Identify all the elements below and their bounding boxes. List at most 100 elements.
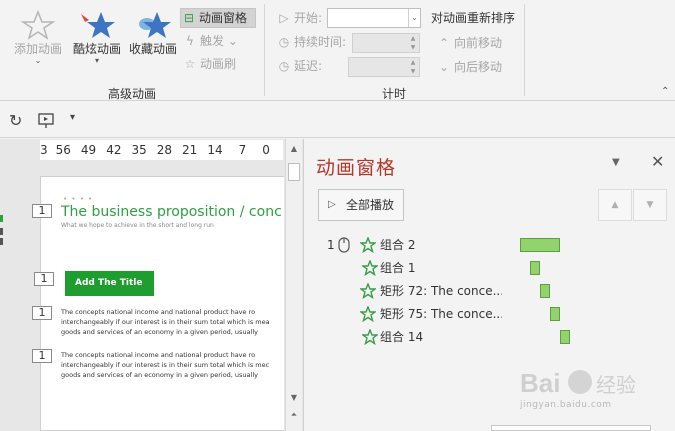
move-later-button[interactable]: ⌄ 向后移动 [436,58,502,78]
duration-label: 持续时间: [294,35,347,49]
timeline-bar[interactable] [550,307,560,321]
svg-text:经验: 经验 [596,373,636,397]
add-animation-button[interactable]: 添加动画 ⌄ [6,10,70,66]
entrance-effect-star-icon [362,329,378,345]
slide-paragraph[interactable]: The concepts national income and nationa… [61,350,269,380]
slide-paragraph[interactable]: The concepts national income and nationa… [61,307,270,337]
lightning-icon: ϟ [186,34,194,48]
move-earlier-button[interactable]: ⌃ 向前移动 [436,34,502,54]
side-marker [0,238,3,245]
animation-list-item[interactable]: 组合 1 [324,257,664,279]
spinner-arrows-icon: ▲ ▼ [410,59,416,75]
play-all-label: 全部播放 [346,198,395,212]
paragraph-line: The concepts national income and nationa… [61,351,256,359]
pane-title: 动画窗格 [316,157,397,179]
paragraph-line: goods and services of an economy in a gi… [61,328,258,336]
scroll-up-icon[interactable]: ▲ [286,141,302,157]
slide-dots: • • • • [63,195,94,203]
add-animation-label: 添加动画 [13,42,62,56]
animation-painter-label: 动画刷 [200,57,237,71]
chevron-up-icon: ⌃ [438,36,450,50]
animation-order-marker[interactable]: 1 [32,204,52,218]
animation-pane-label: 动画窗格 [199,11,248,25]
animation-list-item[interactable]: 矩形 75: The conce... [324,303,664,325]
slide-canvas[interactable]: • • • • The business proposition / conc … [40,176,284,431]
clock-icon: ◷ [278,35,290,49]
duration-spinner[interactable]: ▲ ▼ [352,33,420,53]
play-all-button[interactable]: ▷ 全部播放 [318,189,404,221]
timeline-bar[interactable] [560,330,570,344]
animation-order-marker[interactable]: 1 [32,306,52,320]
ribbon: 添加动画 ⌄ 酷炫动画 ▾ 收藏动画 ⊟ 动画窗格 ϟ 触发 ⌄ ☆ 动画刷 高… [0,0,675,101]
slide-subtitle[interactable]: What we hope to achieve in the short and… [61,222,214,229]
animation-order-marker[interactable]: 1 [34,272,54,286]
move-down-button[interactable]: ▼ [633,189,667,221]
advanced-animation-group-label: 高级动画 [108,87,157,101]
move-later-label: 向后移动 [454,60,503,74]
page-up-icon[interactable]: ⏶ [286,407,302,423]
ruler-tick: 7 [238,143,247,157]
star-brush-icon: ☆ [184,57,196,71]
ruler-tick: 14 [207,143,223,157]
animation-name: 矩形 75: The conce... [380,307,502,321]
chevron-down-icon: ▾ [94,56,99,65]
ruler-tick: 3 [40,143,48,157]
animation-order-marker[interactable]: 1 [32,349,52,363]
quick-access-toolbar: ↻ ▾ [0,102,675,138]
chevron-down-icon: ⌄ [408,9,420,27]
animation-pane-icon: ⊟ [183,11,195,25]
timing-group-label: 计时 [382,87,407,101]
delay-label: 延迟: [294,59,323,73]
animation-pane-button[interactable]: ⊟ 动画窗格 [180,8,256,28]
scrollbar-thumb[interactable] [288,163,300,181]
svg-text:Bai: Bai [520,368,560,398]
customize-toolbar-icon[interactable]: ▾ [70,112,75,123]
delay-label-row: ◷ 延迟: [276,57,322,77]
entrance-effect-star-icon [362,260,378,276]
mouse-click-icon [338,237,350,253]
entrance-effect-star-icon [360,306,376,322]
spinner-arrows-icon: ▲ ▼ [410,35,416,51]
start-dropdown[interactable]: ⌄ [327,8,421,28]
horizontal-ruler: 3 56 49 42 35 28 21 14 7 0 [40,140,283,160]
scroll-down-icon[interactable]: ▼ [286,390,302,406]
delay-spinner[interactable]: ▲ ▼ [348,57,420,77]
play-icon: ▷ [328,199,336,210]
trigger-label: 触发 [200,34,225,48]
redo-icon[interactable]: ↻ [9,111,22,130]
cool-animation-label: 酷炫动画 [72,42,121,56]
animation-index: 1 [327,238,335,252]
move-up-button[interactable]: ▲ [598,189,632,221]
slide-title[interactable]: The business proposition / conc [61,204,282,220]
animation-name: 矩形 72: The conce... [380,284,502,298]
close-icon[interactable]: ✕ [651,152,664,171]
cool-animation-button[interactable]: 酷炫动画 ▾ [70,10,124,66]
trigger-button[interactable]: ϟ 触发 ⌄ [182,32,252,52]
collapse-ribbon-icon[interactable]: ⌃ [661,86,669,97]
ruler-tick: 0 [262,143,270,157]
paragraph-line: The concepts national income and nationa… [61,308,256,316]
star-outline-icon [20,10,56,40]
timeline-bar[interactable] [520,238,560,252]
timeline-bar[interactable] [540,284,550,298]
animation-name: 组合 14 [380,330,424,344]
add-title-button[interactable]: Add The Title [65,271,154,296]
animation-painter-button[interactable]: ☆ 动画刷 [182,55,252,75]
animation-list-item[interactable]: 1 组合 2 [324,234,664,256]
star-rocket-icon [81,12,115,38]
move-earlier-label: 向前移动 [454,36,503,50]
paragraph-line: interchangeably if our interest is in th… [61,361,270,369]
vertical-scrollbar[interactable]: ▲ ▼ ⏶ [285,139,302,431]
chevron-down-icon: ⌄ [34,56,42,65]
side-marker [0,215,3,222]
triangle-down-icon: ▼ [646,200,654,210]
horizontal-scrollbar[interactable] [491,425,651,431]
pane-options-icon[interactable]: ▼ [612,157,620,168]
animation-list-item[interactable]: 矩形 72: The conce... [324,280,664,302]
triangle-up-icon: ▲ [611,200,619,210]
slideshow-icon[interactable] [37,112,55,130]
timeline-bar[interactable] [530,261,540,275]
animation-list-item[interactable]: 组合 14 [324,326,664,348]
side-marker [0,228,3,235]
favorite-animation-button[interactable]: 收藏动画 [126,10,180,56]
